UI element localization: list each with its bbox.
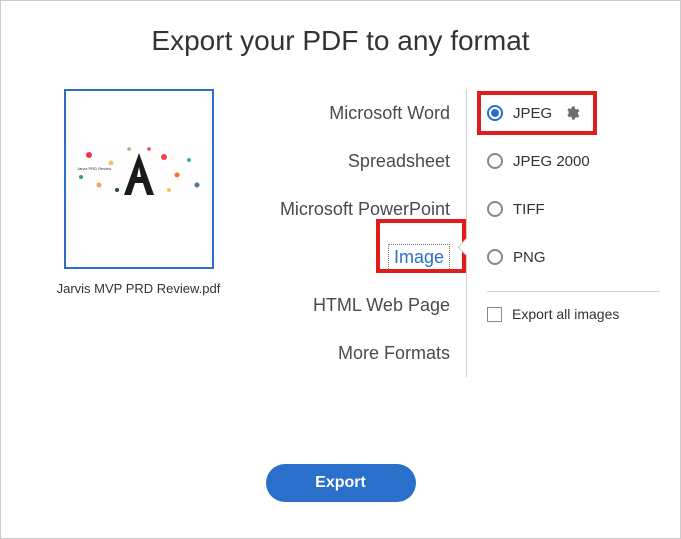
svg-text:Jarvis PRD Review: Jarvis PRD Review (77, 166, 111, 171)
jpeg-label: JPEG (513, 105, 552, 122)
format-word[interactable]: Microsoft Word (236, 89, 456, 137)
format-powerpoint[interactable]: Microsoft PowerPoint (236, 185, 456, 233)
radio-jpeg2000[interactable] (487, 153, 503, 169)
format-more[interactable]: More Formats (236, 329, 456, 377)
gear-icon[interactable] (564, 105, 580, 121)
format-spreadsheet[interactable]: Spreadsheet (236, 137, 456, 185)
format-image[interactable]: Image (236, 233, 456, 281)
page-title: Export your PDF to any format (1, 25, 680, 57)
tiff-label: TIFF (513, 201, 545, 218)
radio-png[interactable] (487, 249, 503, 265)
radio-tiff[interactable] (487, 201, 503, 217)
jpeg2000-label: JPEG 2000 (513, 153, 590, 170)
export-all-images-row[interactable]: Export all images (487, 306, 660, 322)
export-all-label: Export all images (512, 306, 619, 322)
png-label: PNG (513, 249, 546, 266)
format-image-label: Image (388, 244, 450, 271)
radio-jpeg[interactable] (487, 105, 503, 121)
format-html[interactable]: HTML Web Page (236, 281, 456, 329)
image-format-jpeg[interactable]: JPEG (487, 89, 660, 137)
checkbox-export-all[interactable] (487, 307, 502, 322)
image-format-tiff[interactable]: TIFF (487, 185, 660, 233)
pdf-thumbnail[interactable]: Jarvis PRD Review (64, 89, 214, 269)
export-button[interactable]: Export (266, 464, 416, 502)
thumbnail-art: Jarvis PRD Review (69, 135, 209, 223)
file-name: Jarvis MVP PRD Review.pdf (57, 281, 221, 296)
image-format-jpeg2000[interactable]: JPEG 2000 (487, 137, 660, 185)
image-format-png[interactable]: PNG (487, 233, 660, 281)
divider (487, 291, 660, 292)
